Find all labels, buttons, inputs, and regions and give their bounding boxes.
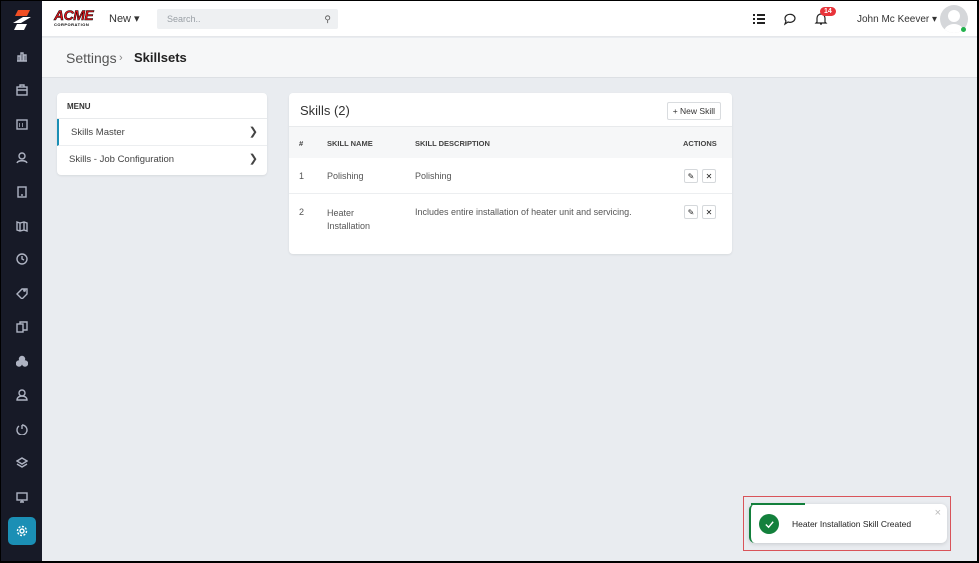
acme-logo[interactable]: ACME CORPORATION [54, 7, 98, 29]
delete-x-icon[interactable]: ✕ [702, 169, 716, 183]
sidebar [1, 1, 42, 561]
col-actions: ACTIONS [683, 139, 717, 148]
col-number: # [299, 139, 304, 148]
chat-icon[interactable] [783, 12, 797, 26]
menu-item-label: Skills Master [71, 127, 125, 138]
col-skill-name: SKILL NAME [327, 139, 373, 148]
history-icon[interactable] [9, 416, 35, 442]
new-dropdown[interactable]: New ▾ [109, 12, 140, 25]
monitor-icon[interactable] [9, 484, 35, 510]
user-icon[interactable] [9, 382, 35, 408]
tag-icon[interactable] [9, 280, 35, 306]
checkmark-icon [759, 514, 779, 534]
settings-gear-icon[interactable] [8, 517, 36, 545]
chevron-right-icon: ❯ [248, 153, 258, 165]
skills-card: Skills (2) + New Skill # SKILL NAME SKIL… [289, 93, 732, 254]
search-icon[interactable]: ⚲ [324, 14, 331, 25]
jobs-briefcase-icon[interactable] [9, 77, 35, 103]
menu-item-skills-master[interactable]: Skills Master ❯ [57, 119, 267, 146]
layers-icon[interactable] [9, 450, 35, 476]
customers-icon[interactable] [9, 145, 35, 171]
documents-icon[interactable] [9, 314, 35, 340]
edit-pencil-icon[interactable]: ✎ [684, 205, 698, 219]
skills-title: Skills (2) [300, 103, 350, 118]
list-icon[interactable] [752, 12, 766, 26]
close-icon[interactable]: × [935, 507, 941, 519]
search-placeholder: Search.. [167, 14, 201, 24]
menu-item-skills-job-configuration[interactable]: Skills - Job Configuration ❯ [57, 146, 267, 173]
clock-icon[interactable] [9, 246, 35, 272]
delete-x-icon[interactable]: ✕ [702, 205, 716, 219]
logo-text: ACME [54, 7, 94, 23]
calendar-icon[interactable] [9, 111, 35, 137]
chevron-right-icon: ❯ [248, 126, 258, 138]
menu-item-label: Skills - Job Configuration [69, 154, 175, 165]
skill-name: Heater Installation [327, 208, 371, 231]
edit-pencil-icon[interactable]: ✎ [684, 169, 698, 183]
breadcrumb-settings[interactable]: Settings [66, 50, 117, 66]
tablet-icon[interactable] [9, 179, 35, 205]
breadcrumb: Settings › Skillsets [42, 38, 977, 78]
table-header: # SKILL NAME SKILL DESCRIPTION ACTIONS [289, 127, 732, 158]
table-row: 1 Polishing Polishing ✎ ✕ [289, 158, 732, 194]
new-skill-button[interactable]: + New Skill [666, 102, 721, 120]
reports-icon[interactable] [9, 43, 35, 69]
notification-badge: 14 [820, 7, 836, 16]
toast-progress-bar [751, 503, 805, 505]
table-row: 2 Heater Installation Includes entire in… [289, 194, 732, 244]
search-input[interactable]: Search.. ⚲ [157, 9, 338, 29]
row-number: 2 [299, 207, 305, 217]
online-status-dot [961, 27, 966, 32]
success-toast: Heater Installation Skill Created × [749, 503, 947, 543]
skill-name: Polishing [327, 171, 364, 181]
row-number: 1 [299, 171, 305, 181]
inventory-icon[interactable] [9, 348, 35, 374]
settings-menu: MENU Skills Master ❯ Skills - Job Configu… [57, 93, 267, 175]
skill-description: Polishing [415, 171, 452, 181]
map-icon[interactable] [9, 213, 35, 239]
col-skill-description: SKILL DESCRIPTION [415, 139, 490, 148]
menu-title: MENU [57, 93, 267, 119]
app-logo-icon[interactable] [11, 9, 33, 31]
skill-description: Includes entire installation of heater u… [415, 207, 632, 217]
breadcrumb-separator: › [119, 52, 123, 64]
user-menu[interactable]: John Mc Keever ▾ [857, 14, 937, 25]
toast-message: Heater Installation Skill Created [792, 519, 912, 529]
page-title: Skillsets [134, 50, 187, 65]
top-bar: ACME CORPORATION New ▾ Search.. ⚲ 14 John … [42, 1, 977, 37]
